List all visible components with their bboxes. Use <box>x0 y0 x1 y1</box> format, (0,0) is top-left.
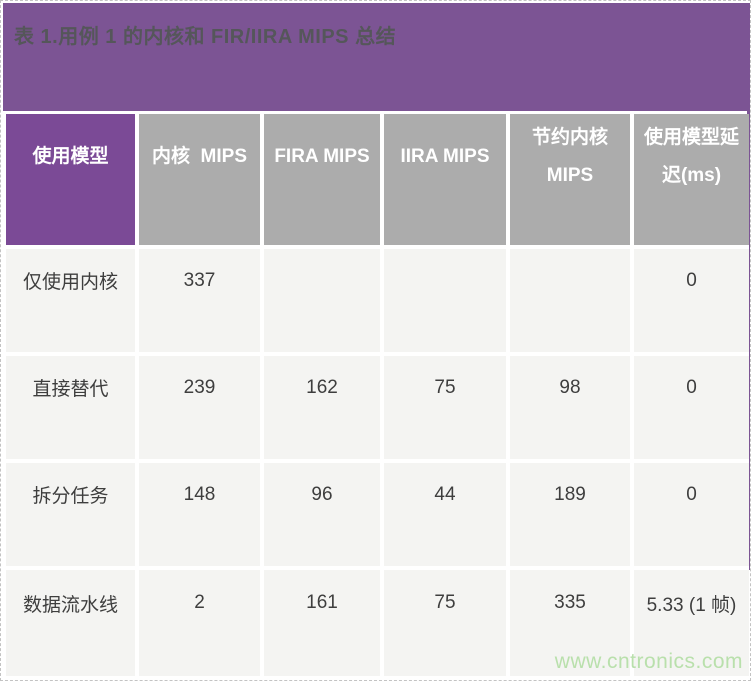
value-cell: 98 <box>510 356 630 459</box>
row-label-cell: 数据流水线 <box>6 570 135 676</box>
value-cell: 44 <box>384 463 506 566</box>
value-cell: 2 <box>139 570 260 676</box>
value-cell: 239 <box>139 356 260 459</box>
value-cell: 162 <box>264 356 380 459</box>
value-cell <box>264 249 380 352</box>
value-cell: 337 <box>139 249 260 352</box>
value-cell: 96 <box>264 463 380 566</box>
value-cell <box>510 249 630 352</box>
mips-summary-table: 使用模型 内核 MIPS FIRA MIPS IIRA MIPS 节约内核 MIPS 使用… <box>6 114 749 676</box>
table-caption-banner: 表 1.用例 1 的内核和 FIR/IIRA MIPS 总结 <box>3 3 750 111</box>
value-cell: 189 <box>510 463 630 566</box>
value-cell: 75 <box>384 356 506 459</box>
table-caption: 表 1.用例 1 的内核和 FIR/IIRA MIPS 总结 <box>14 26 397 48</box>
value-cell: 161 <box>264 570 380 676</box>
value-cell: 75 <box>384 570 506 676</box>
column-header: IIRA MIPS <box>384 114 506 245</box>
column-header: 使用模型延迟(ms) <box>634 114 749 245</box>
value-cell: 0 <box>634 249 749 352</box>
value-cell: 0 <box>634 356 749 459</box>
row-label-cell: 仅使用内核 <box>6 249 135 352</box>
row-label-cell: 拆分任务 <box>6 463 135 566</box>
column-header: FIRA MIPS <box>264 114 380 245</box>
column-header: 节约内核 MIPS <box>510 114 630 245</box>
column-header: 内核 MIPS <box>139 114 260 245</box>
value-cell <box>384 249 506 352</box>
site-watermark: www.cntronics.com <box>554 650 743 673</box>
value-cell: 0 <box>634 463 749 566</box>
row-label-cell: 直接替代 <box>6 356 135 459</box>
value-cell: 148 <box>139 463 260 566</box>
column-header: 使用模型 <box>6 114 135 245</box>
table-figure: 表 1.用例 1 的内核和 FIR/IIRA MIPS 总结 使用模型 内核 MI… <box>0 0 751 681</box>
